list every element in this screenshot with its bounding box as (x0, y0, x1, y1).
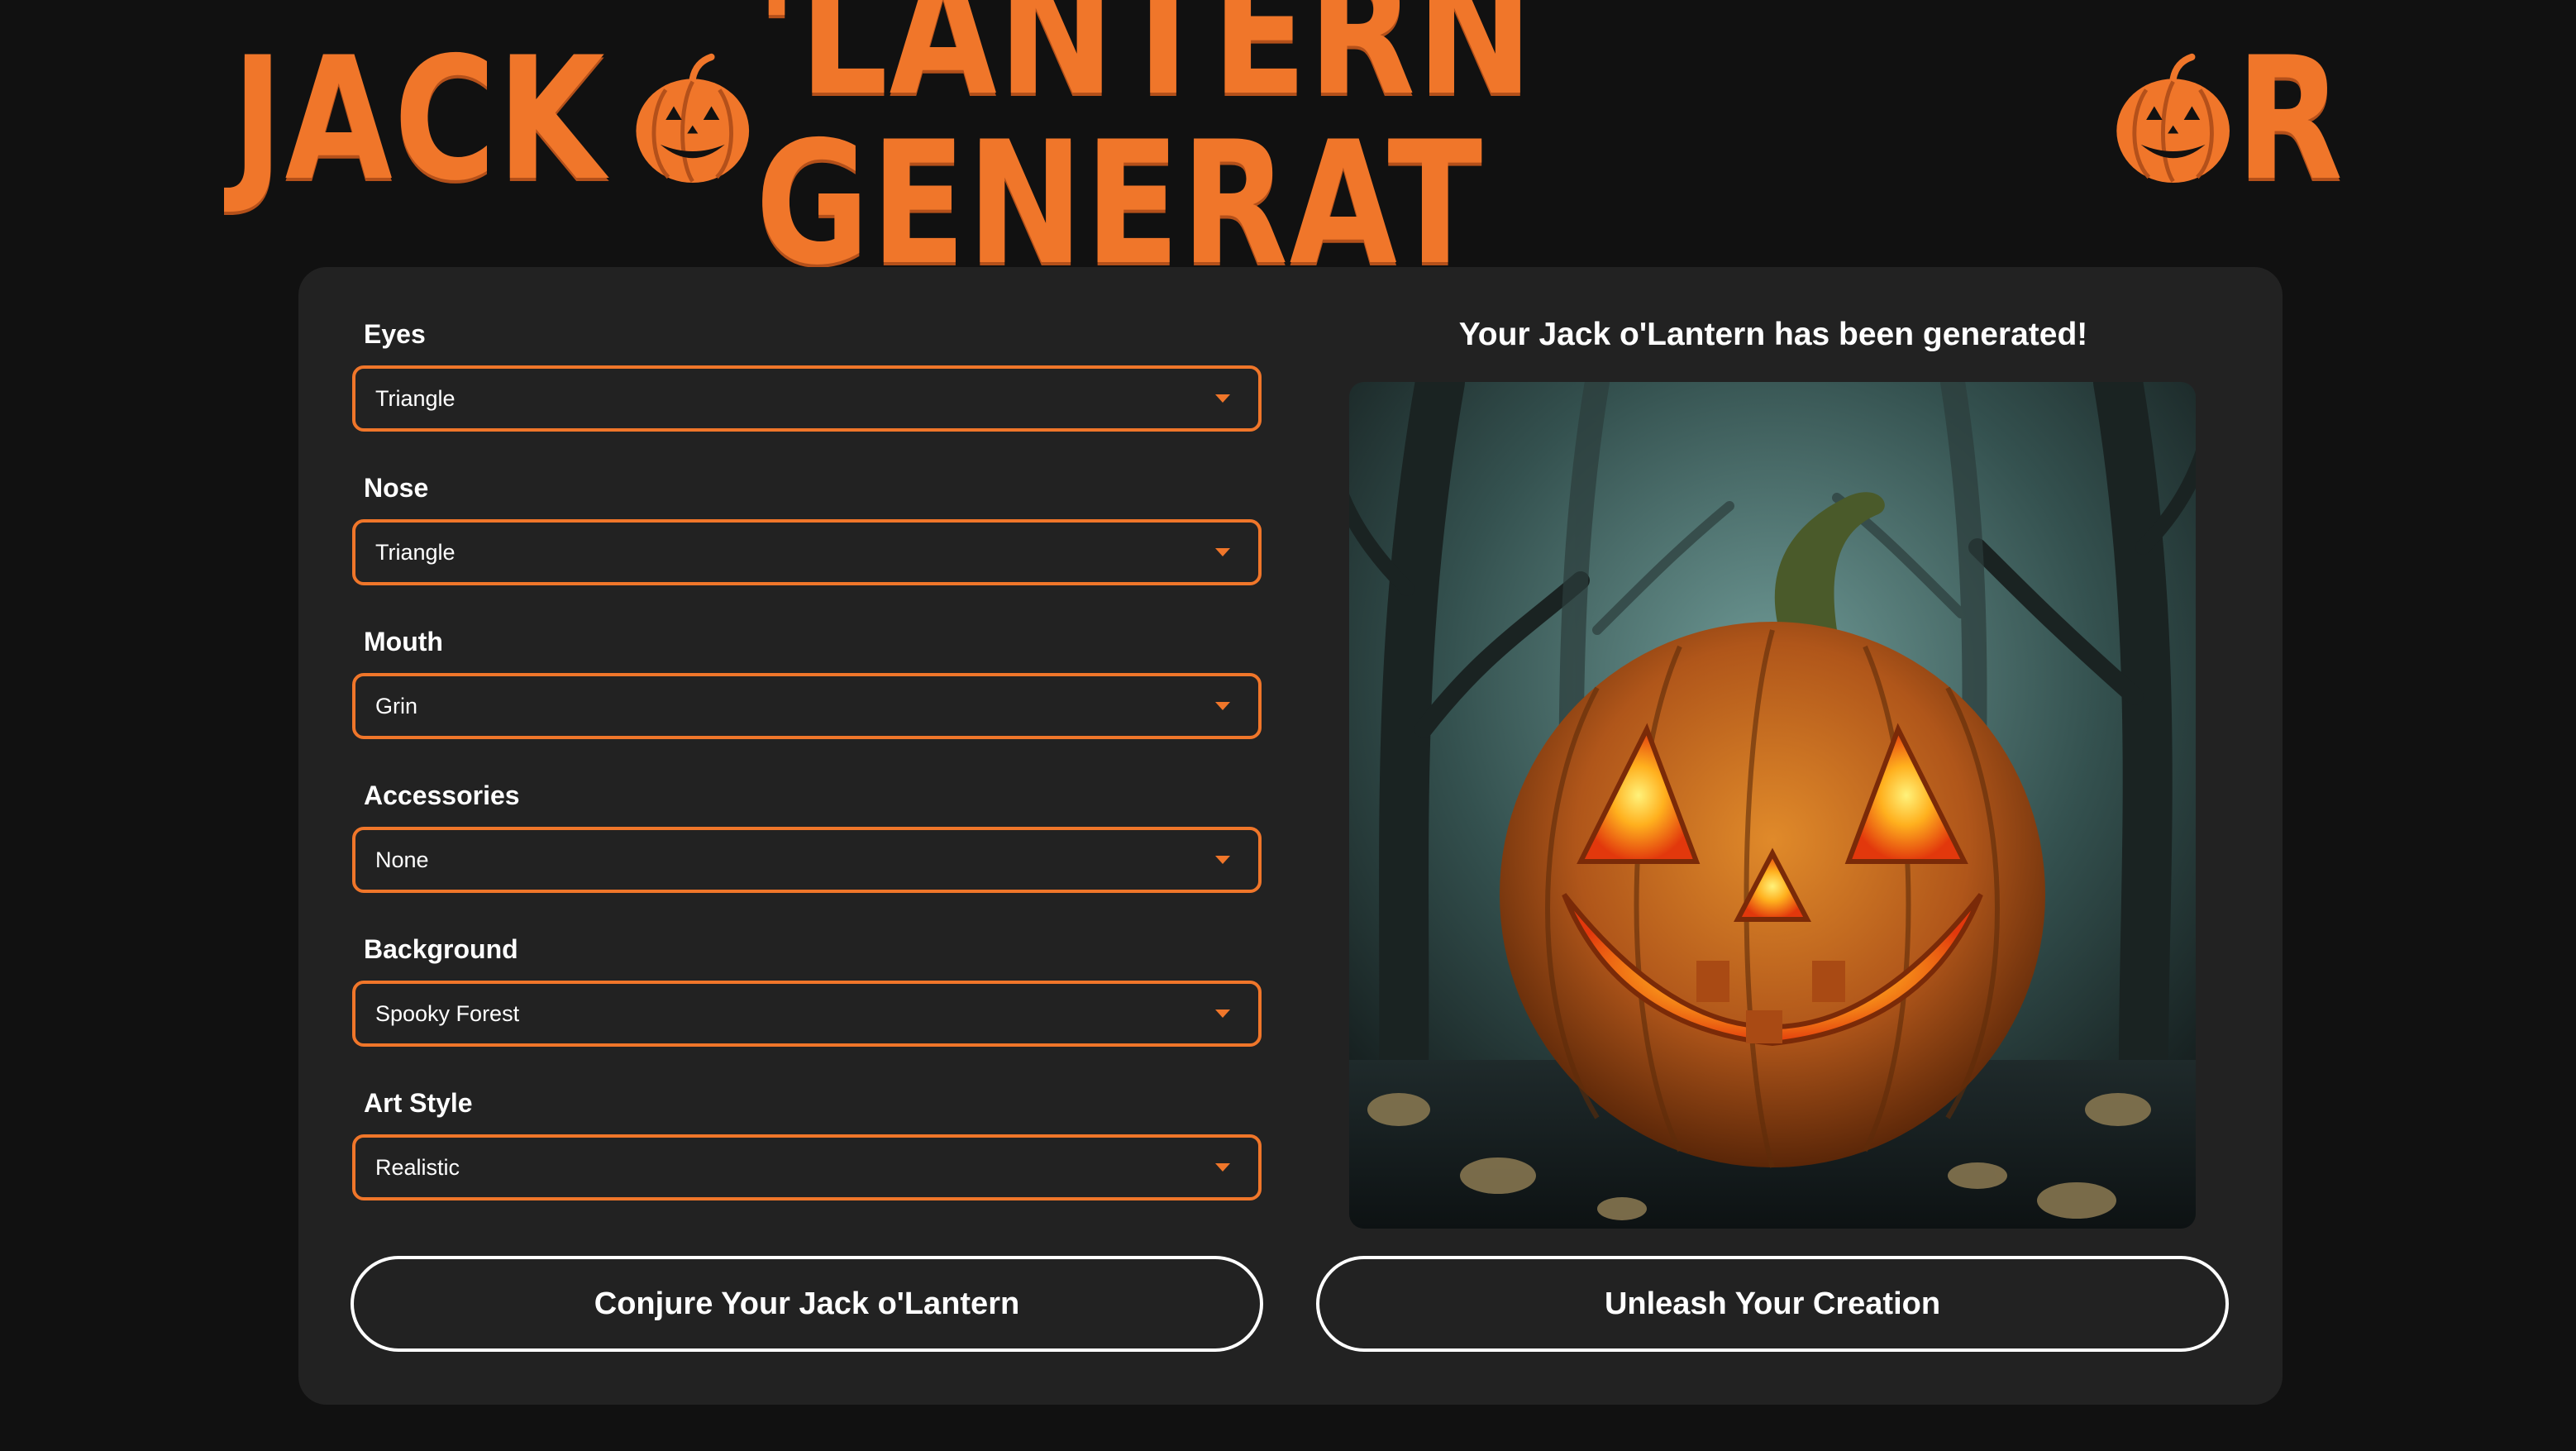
conjure-button[interactable]: Conjure Your Jack o'Lantern (351, 1256, 1263, 1352)
app-header: JACK 'LANTERN GENERAT R (0, 0, 2576, 289)
result-message: Your Jack o'Lantern has been generated! (1458, 317, 2088, 352)
eyes-select[interactable]: Triangle (352, 365, 1262, 432)
art-style-select[interactable]: Realistic (352, 1134, 1262, 1200)
pumpkin-logo-icon (2116, 53, 2230, 184)
pumpkin-logo-icon (636, 53, 750, 184)
nose-select-value: Triangle (375, 539, 456, 565)
mouth-label: Mouth (364, 627, 443, 656)
page-title: JACK 'LANTERN GENERAT R (231, 0, 2344, 289)
mouth-select[interactable]: Grin (352, 673, 1262, 739)
title-text-lantern-generat: 'LANTERN GENERAT (755, 0, 1534, 303)
unleash-button[interactable]: Unleash Your Creation (1316, 1256, 2229, 1352)
chevron-down-icon (1215, 856, 1230, 864)
accessories-select-value: None (375, 847, 429, 872)
title-text-jack: JACK (231, 21, 607, 218)
chevron-down-icon (1215, 1163, 1230, 1172)
nose-label: Nose (364, 473, 429, 503)
nose-select[interactable]: Triangle (352, 519, 1262, 585)
background-select-value: Spooky Forest (375, 1000, 520, 1026)
title-text-r: R (2235, 21, 2345, 218)
chevron-down-icon (1215, 548, 1230, 556)
background-label: Background (364, 934, 518, 964)
mouth-select-value: Grin (375, 693, 418, 718)
chevron-down-icon (1215, 702, 1230, 710)
chevron-down-icon (1215, 1009, 1230, 1018)
background-select[interactable]: Spooky Forest (352, 981, 1262, 1047)
accessories-label: Accessories (364, 780, 520, 810)
eyes-label: Eyes (364, 319, 426, 349)
chevron-down-icon (1215, 394, 1230, 403)
eyes-select-value: Triangle (375, 385, 456, 411)
accessories-select[interactable]: None (352, 827, 1262, 893)
art-style-label: Art Style (364, 1088, 473, 1118)
art-style-select-value: Realistic (375, 1154, 460, 1180)
generated-pumpkin-image (1349, 382, 2196, 1229)
